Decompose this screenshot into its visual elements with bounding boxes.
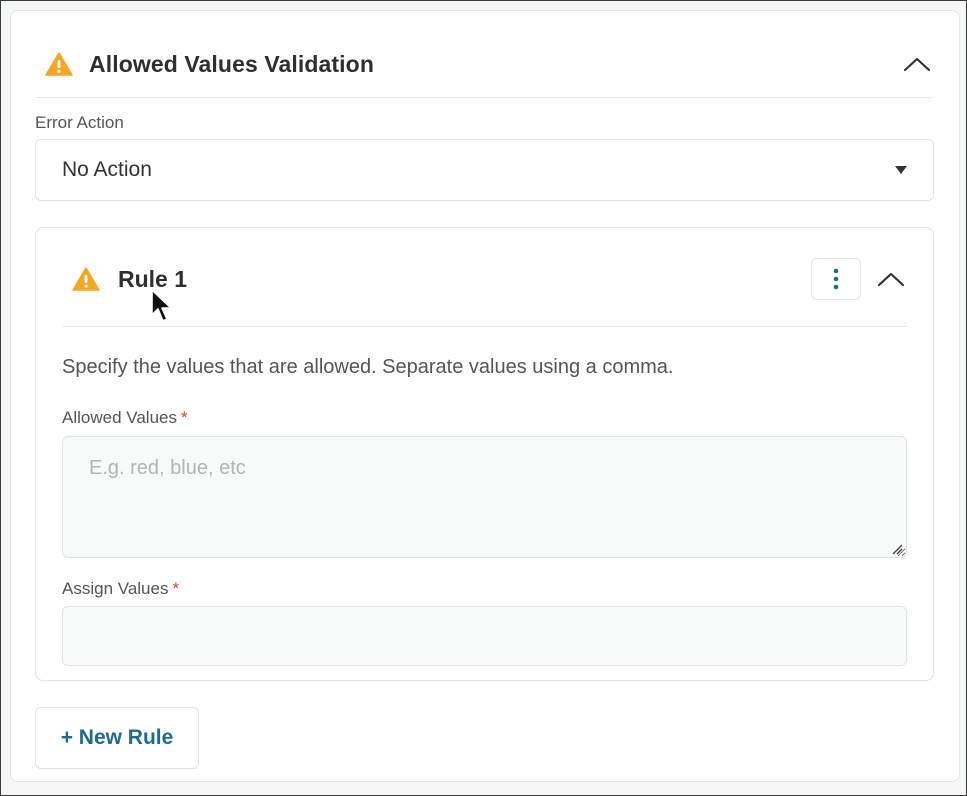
mouse-cursor-icon — [151, 289, 172, 322]
allowed-values-label: Allowed Values * — [62, 408, 188, 428]
error-action-value: No Action — [62, 158, 152, 181]
assign-values-input[interactable] — [62, 606, 907, 666]
validation-panel: Allowed Values Validation Error Action N… — [10, 10, 960, 782]
required-mark: * — [180, 408, 188, 427]
window-frame: Allowed Values Validation Error Action N… — [0, 0, 967, 796]
header-divider — [35, 97, 932, 98]
required-mark: * — [172, 579, 180, 598]
chevron-up-icon — [903, 57, 931, 72]
chevron-up-icon — [877, 272, 905, 287]
rule-hint: Specify the values that are allowed. Sep… — [62, 356, 674, 378]
error-action-label: Error Action — [35, 113, 124, 132]
allowed-values-label-text: Allowed Values — [62, 408, 177, 427]
collapse-rule-button[interactable] — [875, 263, 907, 295]
panel-header[interactable]: Allowed Values Validation — [45, 39, 933, 89]
new-rule-button[interactable]: + New Rule — [35, 707, 199, 769]
rule-more-button[interactable] — [811, 258, 861, 300]
warning-icon — [72, 267, 100, 291]
assign-values-label-text: Assign Values — [62, 579, 169, 598]
allowed-values-textarea[interactable] — [62, 436, 907, 558]
kebab-icon — [833, 268, 839, 290]
panel-title: Allowed Values Validation — [89, 50, 374, 77]
resize-grip-icon[interactable] — [891, 543, 903, 555]
rule-header[interactable]: Rule 1 — [72, 258, 907, 300]
collapse-panel-button[interactable] — [901, 48, 933, 80]
rule-divider — [62, 326, 907, 327]
error-action-select[interactable]: No Action — [35, 139, 934, 201]
assign-values-label: Assign Values * — [62, 579, 179, 599]
warning-icon — [45, 52, 73, 76]
caret-down-icon — [895, 166, 907, 174]
